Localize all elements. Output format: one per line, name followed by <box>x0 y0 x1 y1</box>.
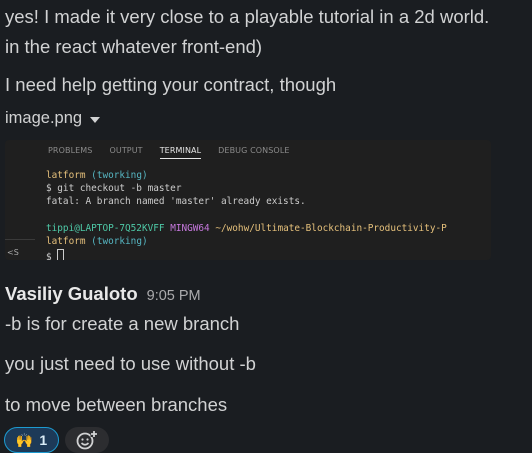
terminal-env: MINGW64 <box>170 223 210 234</box>
attachment-filename: image.png <box>5 109 83 127</box>
message-text-line: you just need to use without -b <box>5 353 256 374</box>
message-text-line: I need help getting your contract, thoug… <box>5 74 337 95</box>
sidebar-divider <box>5 239 35 240</box>
caret-down-icon <box>90 116 101 123</box>
terminal-host: tippi@LAPTOP-7Q52KVFF <box>46 223 165 234</box>
terminal-line: $ git checkout -b master <box>46 183 182 194</box>
message-text-line: in the react whatever front-end) <box>5 36 263 57</box>
terminal-dir: latform <box>46 170 86 181</box>
terminal-branch: (tworking) <box>91 170 148 181</box>
attachment-toggle[interactable]: image.png <box>5 109 101 128</box>
sidebar-label: <S <box>7 248 19 257</box>
terminal-dir: latform <box>46 236 86 247</box>
message-text-line: yes! I made it very close to a playable … <box>5 6 490 27</box>
tab-terminal: TERMINAL <box>159 146 202 159</box>
message-text-line: to move between branches <box>5 394 228 415</box>
message-timestamp[interactable]: 9:05 PM <box>147 288 201 304</box>
message-header: Vasiliy Gualoto 9:05 PM <box>5 283 201 305</box>
message-text-line: -b is for create a new branch <box>5 313 240 334</box>
terminal-prompt: $ <box>46 252 58 260</box>
author-name[interactable]: Vasiliy Gualoto <box>5 283 138 305</box>
terminal-line: $ <box>46 249 65 260</box>
tab-problems: PROBLEMS <box>48 146 93 155</box>
terminal-line: fatal: A branch named 'master' already e… <box>46 196 306 207</box>
cursor-icon <box>57 249 65 260</box>
terminal-branch: (tworking) <box>91 236 148 247</box>
terminal-path: ~/wohw/Ultimate-Blockchain-Productivity-… <box>215 223 447 234</box>
terminal-line: latform (tworking) <box>46 170 148 181</box>
panel-tabs: PROBLEMS OUTPUT TERMINAL DEBUG CONSOLE <box>48 146 290 159</box>
reaction-pill[interactable]: 🙌 1 <box>4 427 59 453</box>
add-reaction-icon <box>76 430 98 450</box>
terminal-line: latform (tworking) <box>46 236 148 247</box>
reaction-count: 1 <box>39 432 48 448</box>
tab-debug-console: DEBUG CONSOLE <box>218 146 290 155</box>
add-reaction-button[interactable] <box>65 427 109 453</box>
terminal-line: tippi@LAPTOP-7Q52KVFF MINGW64 ~/wohw/Ult… <box>46 223 447 234</box>
raised-hands-icon: 🙌 <box>15 431 34 448</box>
tab-output: OUTPUT <box>109 146 143 155</box>
attachment-image[interactable]: PROBLEMS OUTPUT TERMINAL DEBUG CONSOLE <… <box>5 140 491 260</box>
